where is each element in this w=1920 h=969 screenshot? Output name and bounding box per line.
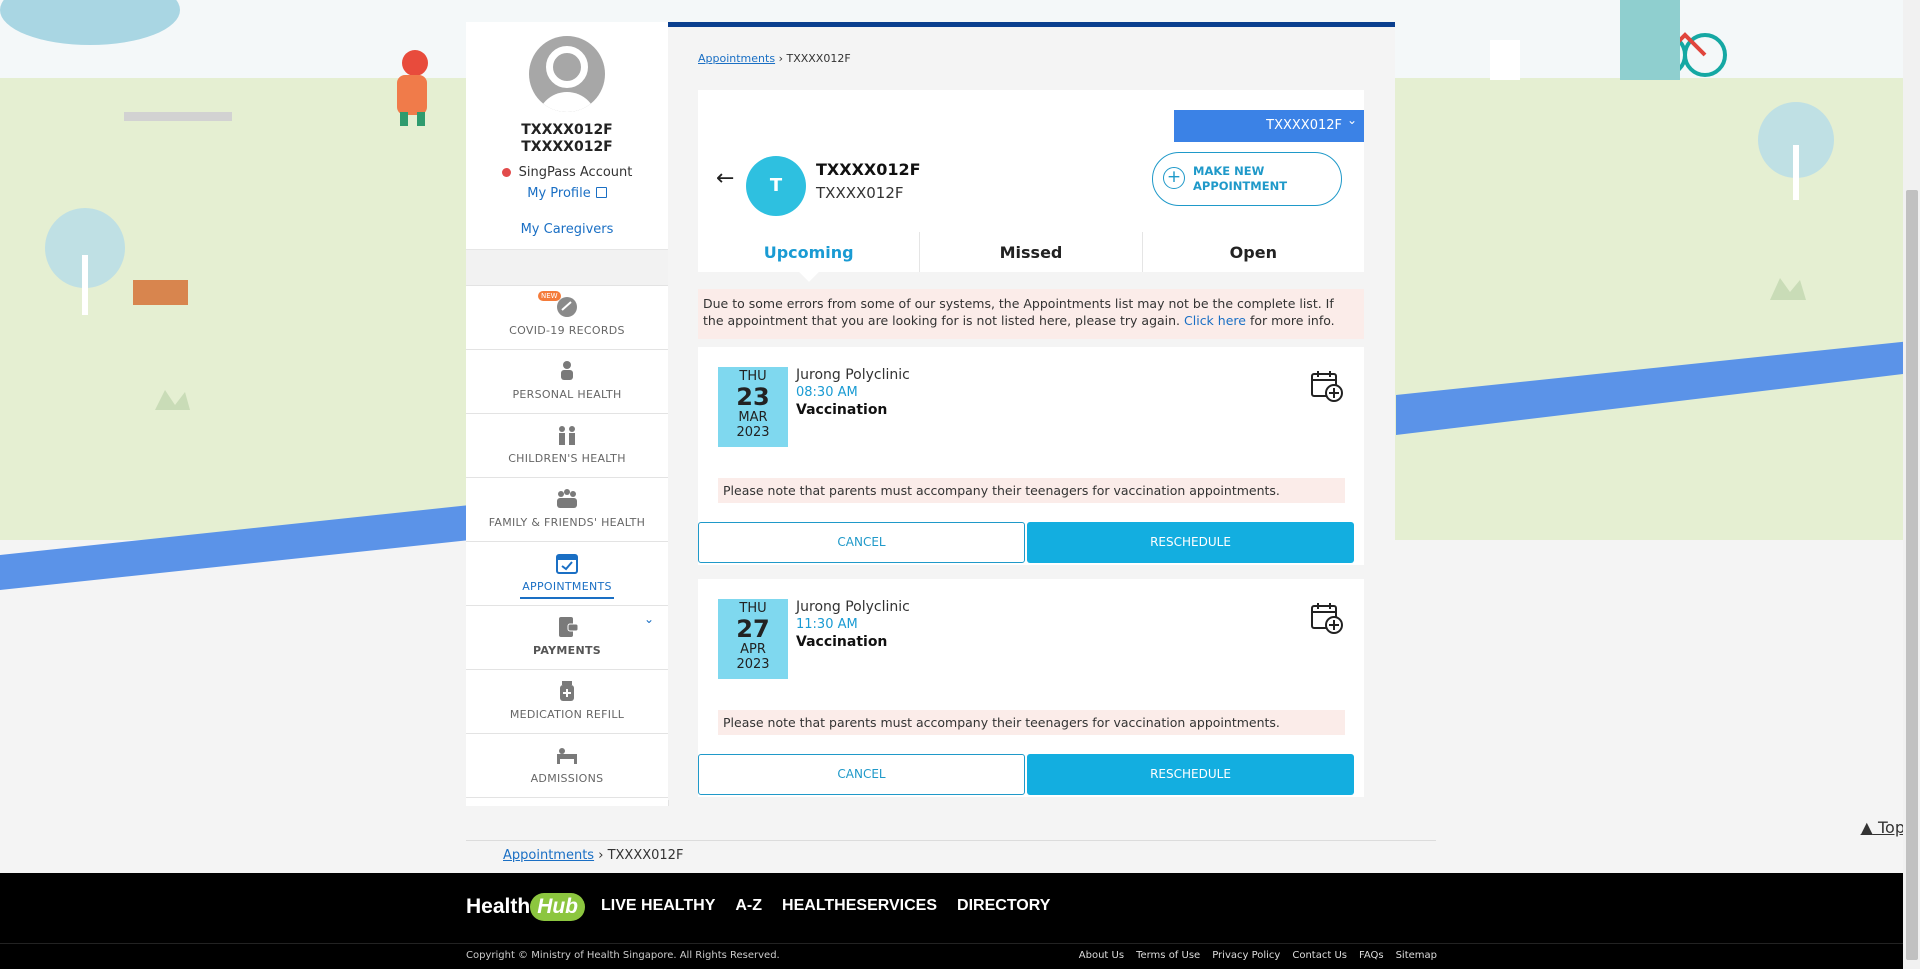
copyright: Copyright © Ministry of Health Singapore… <box>466 950 780 961</box>
appointment-time: 11:30 AM <box>796 617 858 632</box>
sidebar-item-label: APPOINTMENTS <box>522 580 612 593</box>
footer-nav-live-healthy[interactable]: LIVE HEALTHY <box>601 897 715 915</box>
footer-nav-a-z[interactable]: A-Z <box>735 897 762 915</box>
breadcrumb-appointments-link[interactable]: Appointments <box>698 52 775 65</box>
footer: Health Hub LIVE HEALTHY A-Z HEALTHESERVIC… <box>0 873 1920 969</box>
footer-links: About Us Terms of Use Privacy Policy Con… <box>1079 950 1437 961</box>
vaccination-note: Please note that parents must accompany … <box>718 710 1345 735</box>
breadcrumb: Appointments › TXXXX012F <box>698 52 851 65</box>
sidebar-item-label: COVID-19 RECORDS <box>509 324 625 337</box>
add-to-calendar-icon[interactable] <box>1310 601 1344 635</box>
person-heart-icon <box>561 361 573 380</box>
clinic-name: Jurong Polyclinic <box>796 367 910 383</box>
sidebar-item-covid-records[interactable]: NEW COVID-19 RECORDS <box>466 286 668 350</box>
sidebar-item-label: PAYMENTS <box>533 644 601 657</box>
tab-open[interactable]: Open <box>1143 232 1364 272</box>
scrollbar[interactable] <box>1903 0 1920 969</box>
appointment-tabs: Upcoming Missed Open <box>698 232 1364 272</box>
footer-nav: LIVE HEALTHY A-Z HEALTHESERVICES DIRECTO… <box>601 897 1050 915</box>
account-type: SingPass Account <box>466 165 668 180</box>
sidebar-item-medication-refill[interactable]: MEDICATION REFILL <box>466 670 668 734</box>
bottom-breadcrumb-current: TXXXX012F <box>607 848 684 863</box>
caret-up-icon: ▲ <box>1860 818 1873 837</box>
status-dot-icon <box>501 168 511 177</box>
main-panel: Appointments › TXXXX012F TXXXX012F ← T T… <box>668 22 1395 800</box>
sidebar-item-label: MEDICATION REFILL <box>509 708 625 721</box>
footer-link-contact[interactable]: Contact Us <box>1292 950 1347 961</box>
healthhub-logo[interactable]: Health Hub <box>466 893 586 921</box>
footer-link-faqs[interactable]: FAQs <box>1359 950 1384 961</box>
sidebar-item-label: ADMISSIONS <box>530 772 604 785</box>
profile-panel: TXXXX012F TXXXX012F SingPass Account My … <box>466 22 668 250</box>
sidebar-spacer <box>466 250 668 286</box>
back-to-top-link[interactable]: ▲ Top <box>1861 818 1905 837</box>
appointment-card: THU 23 MAR 2023 Jurong Polyclinic 08:30 … <box>698 347 1364 565</box>
date-badge: THU 27 APR 2023 <box>718 599 788 679</box>
back-arrow-icon[interactable]: ← <box>716 166 734 191</box>
children-icon <box>559 426 575 445</box>
footer-link-terms[interactable]: Terms of Use <box>1136 950 1200 961</box>
vaccination-note: Please note that parents must accompany … <box>718 478 1345 503</box>
appointment-type: Vaccination <box>796 634 888 650</box>
sidebar-item-childrens-health[interactable]: CHILDREN'S HEALTH <box>466 414 668 478</box>
member-avatar: T <box>746 156 806 216</box>
footer-divider <box>0 943 1920 944</box>
my-caregivers-link[interactable]: My Caregivers <box>466 222 668 237</box>
footer-nav-healtheservices[interactable]: HEALTHESERVICES <box>782 897 937 915</box>
date-badge: THU 23 MAR 2023 <box>718 367 788 447</box>
medication-icon <box>560 681 574 701</box>
cancel-button[interactable]: CANCEL <box>698 522 1025 563</box>
sidebar-item-label: PERSONAL HEALTH <box>512 388 622 401</box>
breadcrumb-current: TXXXX012F <box>786 52 851 65</box>
footer-link-about[interactable]: About Us <box>1079 950 1124 961</box>
sidebar-item-label: FAMILY & FRIENDS' HEALTH <box>488 516 646 529</box>
warning-banner: Due to some errors from some of our syst… <box>698 289 1364 339</box>
plus-icon: + <box>1163 167 1185 189</box>
new-badge: NEW <box>538 291 561 301</box>
add-to-calendar-icon[interactable] <box>1310 369 1344 403</box>
footer-link-privacy[interactable]: Privacy Policy <box>1212 950 1280 961</box>
chevron-down-icon[interactable]: ⌄ <box>644 612 654 626</box>
payments-icon <box>559 617 579 637</box>
member-id: TXXXX012F <box>816 184 904 202</box>
profile-id: TXXXX012F <box>521 139 613 155</box>
member-name: TXXXX012F <box>816 160 921 179</box>
cancel-button[interactable]: CANCEL <box>698 754 1025 795</box>
footer-link-sitemap[interactable]: Sitemap <box>1396 950 1437 961</box>
sidebar-item-admissions[interactable]: ADMISSIONS <box>466 734 668 798</box>
make-new-appointment-button[interactable]: + MAKE NEW APPOINTMENT <box>1152 152 1342 206</box>
sidebar-item-label: CHILDREN'S HEALTH <box>508 452 626 465</box>
bottom-breadcrumb-appointments-link[interactable]: Appointments <box>503 848 594 863</box>
divider <box>466 840 1436 841</box>
tab-missed[interactable]: Missed <box>920 232 1143 272</box>
calendar-check-icon <box>556 554 578 574</box>
sidebar: TXXXX012F TXXXX012F SingPass Account My … <box>466 22 669 806</box>
appointment-time: 08:30 AM <box>796 385 858 400</box>
sidebar-item-family-health[interactable]: FAMILY & FRIENDS' HEALTH <box>466 478 668 542</box>
appointment-type: Vaccination <box>796 402 888 418</box>
sidebar-item-payments[interactable]: ⌄ PAYMENTS <box>466 606 668 670</box>
admissions-icon <box>557 748 577 764</box>
reschedule-button[interactable]: RESCHEDULE <box>1027 754 1354 795</box>
member-selector[interactable]: TXXXX012F <box>1174 110 1364 142</box>
tab-upcoming[interactable]: Upcoming <box>698 232 921 272</box>
sidebar-item-appointments[interactable]: APPOINTMENTS <box>466 542 668 606</box>
bottom-breadcrumb: Appointments › TXXXX012F <box>503 848 684 863</box>
profile-name: TXXXX012F <box>521 122 613 138</box>
reschedule-button[interactable]: RESCHEDULE <box>1027 522 1354 563</box>
footer-nav-directory[interactable]: DIRECTORY <box>957 897 1050 915</box>
sidebar-item-personal-health[interactable]: PERSONAL HEALTH <box>466 350 668 414</box>
appointments-header-card: TXXXX012F ← T TXXXX012F TXXXX012F + MAKE… <box>698 90 1364 272</box>
scrollbar-thumb[interactable] <box>1906 190 1918 960</box>
edit-icon <box>595 187 607 198</box>
appointment-card: THU 27 APR 2023 Jurong Polyclinic 11:30 … <box>698 579 1364 797</box>
my-profile-link[interactable]: My Profile <box>466 186 668 201</box>
avatar <box>529 36 605 112</box>
family-icon <box>557 489 577 508</box>
click-here-link[interactable]: Click here <box>1184 313 1246 328</box>
clinic-name: Jurong Polyclinic <box>796 599 910 615</box>
